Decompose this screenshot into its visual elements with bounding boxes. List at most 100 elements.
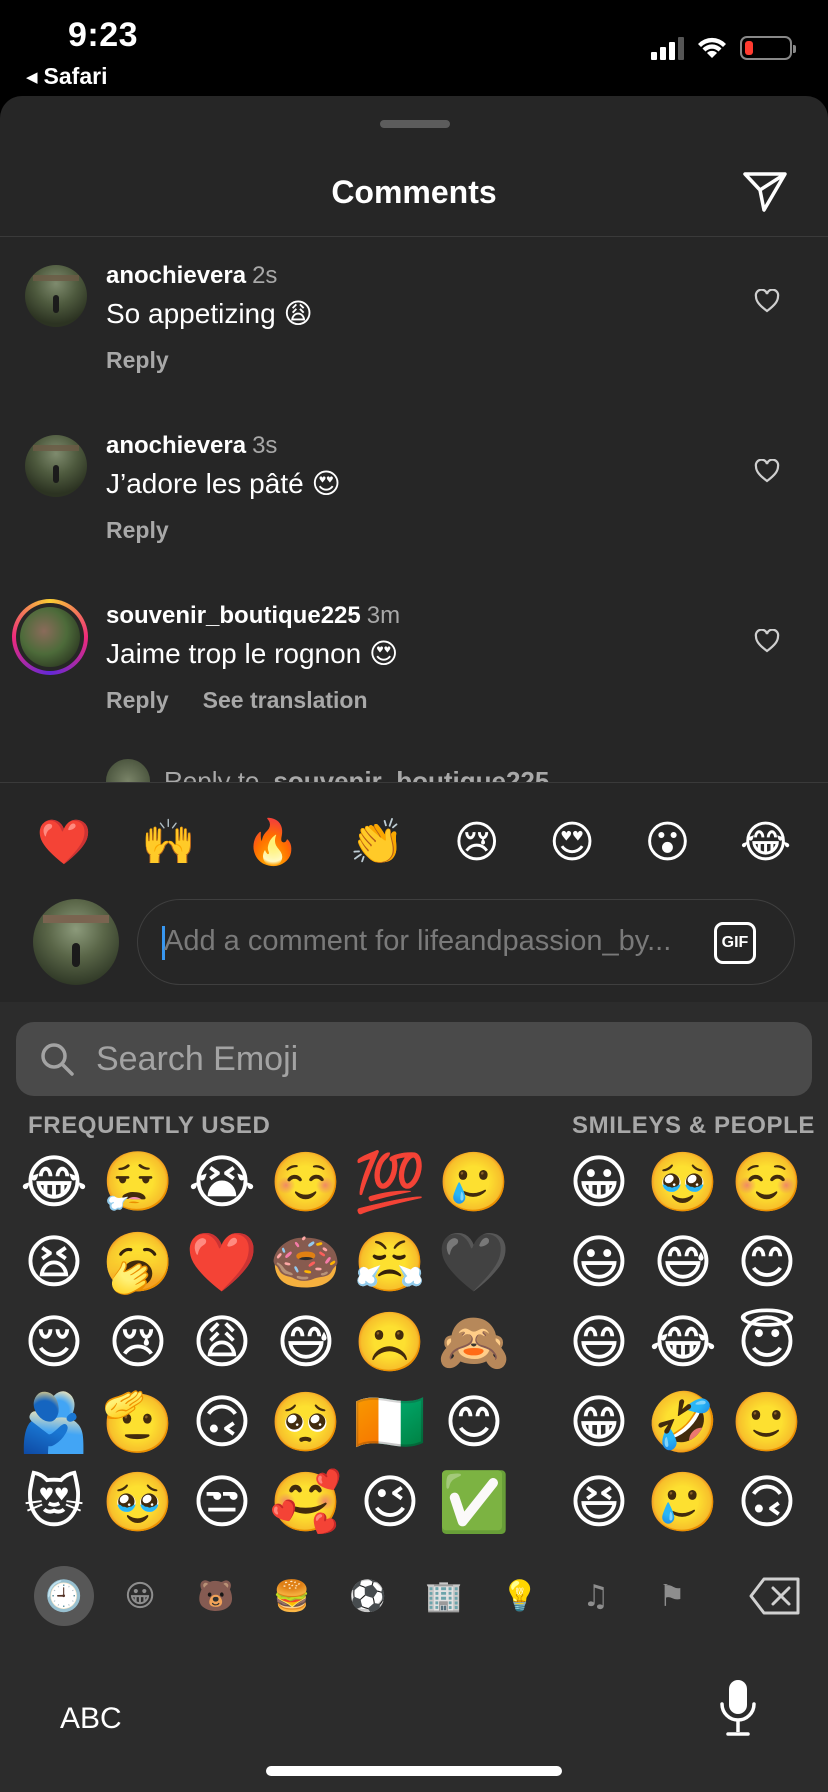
emoji-key[interactable]: 🍩 [264, 1222, 348, 1302]
emoji-key[interactable]: 🫡 [96, 1382, 180, 1462]
reaction-laughing[interactable]: 😂 [740, 817, 791, 868]
composer-avatar [33, 899, 119, 985]
emoji-key[interactable]: 😅 [641, 1222, 725, 1302]
emoji-key[interactable]: 😫 [12, 1222, 96, 1302]
microphone-icon[interactable] [718, 1678, 758, 1740]
emoji-key[interactable]: 😀 [557, 1142, 641, 1222]
emoji-key[interactable]: 🥹 [96, 1462, 180, 1542]
food-icon[interactable]: 🍔 [262, 1566, 322, 1626]
bear-icon[interactable]: 🐻 [186, 1566, 246, 1626]
avatar[interactable] [25, 265, 87, 327]
comments-list: anochievera 2s So appetizing 😩 Reply anoc… [0, 237, 828, 782]
emoji-key[interactable]: 😂 [12, 1142, 96, 1222]
comment-header: anochievera 2s [106, 262, 277, 290]
reaction-fire[interactable]: 🔥 [245, 816, 300, 868]
emoji-key[interactable]: 😻 [12, 1462, 96, 1542]
reaction-raised-hands[interactable]: 🙌 [141, 816, 196, 868]
emoji-key[interactable]: ✅ [432, 1462, 516, 1542]
avatar[interactable] [25, 435, 87, 497]
comment-text: So appetizing 😩 [106, 298, 313, 329]
emoji-key[interactable]: 😂 [641, 1302, 725, 1382]
emoji-key[interactable]: 🖤 [432, 1222, 516, 1302]
reply-to-username: souvenir_boutique225 [273, 765, 550, 783]
comment-input[interactable]: Add a comment for lifeandpassion_by... G… [137, 899, 795, 985]
comment-time: 3s [252, 432, 278, 459]
bulb-icon[interactable]: 💡 [490, 1566, 550, 1626]
emoji-key[interactable]: 😢 [96, 1302, 180, 1382]
emoji-key[interactable]: 😌 [12, 1302, 96, 1382]
story-ring-avatar[interactable] [12, 599, 88, 675]
paper-plane-icon[interactable] [742, 170, 788, 214]
emoji-key[interactable]: 🥺 [264, 1382, 348, 1462]
emoji-key[interactable]: 🙃 [725, 1462, 809, 1542]
emoji-key[interactable]: 🙈 [432, 1302, 516, 1382]
emoji-key[interactable]: 😒 [180, 1462, 264, 1542]
emoji-key[interactable]: ☹️ [348, 1302, 432, 1382]
reaction-heart-eyes[interactable]: 😍 [549, 817, 595, 868]
reaction-clap[interactable]: 👏 [350, 816, 405, 868]
emoji-key[interactable]: 😩 [180, 1302, 264, 1382]
delete-backspace-icon[interactable] [748, 1576, 802, 1616]
emoji-key[interactable]: ❤️ [180, 1222, 264, 1302]
comment-text: J’adore les pâté 😍 [106, 468, 341, 499]
emoji-key[interactable]: 😇 [725, 1302, 809, 1382]
emoji-key[interactable]: 🫂 [12, 1382, 96, 1462]
emoji-key[interactable]: 💯 [348, 1142, 432, 1222]
emoji-search-placeholder: Search Emoji [96, 1040, 299, 1078]
emoji-key[interactable]: 🙂 [725, 1382, 809, 1462]
comment-username[interactable]: anochievera [106, 262, 246, 289]
reply-button[interactable]: Reply [106, 517, 169, 544]
emoji-key[interactable]: 🙃 [180, 1382, 264, 1462]
emoji-key[interactable]: 😃 [557, 1222, 641, 1302]
emoji-search-input[interactable]: Search Emoji [16, 1022, 812, 1096]
emoji-key[interactable]: 🥲 [641, 1462, 725, 1542]
emoji-key[interactable]: 🤣 [641, 1382, 725, 1462]
see-translation-button[interactable]: See translation [203, 687, 368, 714]
smiley-icon[interactable]: 😀 [110, 1566, 170, 1626]
flag-icon[interactable]: ⚑ [642, 1566, 702, 1626]
symbols-icon[interactable]: ♫ [566, 1566, 626, 1626]
building-icon[interactable]: 🏢 [414, 1566, 474, 1626]
ball-icon[interactable]: ⚽ [338, 1566, 398, 1626]
heart-icon[interactable] [754, 289, 780, 313]
gif-button[interactable]: GIF [714, 922, 756, 964]
quick-reactions-bar: ❤️ 🙌 🔥 👏 😢 😍 😮 😂 [0, 812, 828, 872]
reaction-heart[interactable]: ❤️ [37, 816, 92, 868]
emoji-key[interactable]: 😄 [557, 1302, 641, 1382]
back-to-app-link[interactable]: ◀ Safari [26, 63, 107, 90]
heart-icon[interactable] [754, 629, 780, 653]
emoji-key[interactable]: 😉 [348, 1462, 432, 1542]
reaction-surprised[interactable]: 😮 [644, 817, 690, 868]
emoji-key[interactable]: 😊 [725, 1222, 809, 1302]
emoji-key[interactable]: 😁 [557, 1382, 641, 1462]
emoji-key[interactable]: 🥹 [641, 1142, 725, 1222]
emoji-key[interactable]: 😮‍💨 [96, 1142, 180, 1222]
emoji-key[interactable]: 😭 [180, 1142, 264, 1222]
reaction-crying[interactable]: 😢 [454, 817, 500, 868]
comment-text: Jaime trop le rognon 😍 [106, 638, 399, 669]
emoji-key[interactable]: 😊 [432, 1382, 516, 1462]
reply-button[interactable]: Reply [106, 687, 169, 714]
emoji-key[interactable]: 😤 [348, 1222, 432, 1302]
abc-keyboard-button[interactable]: ABC [60, 1702, 122, 1736]
sheet-grabber[interactable] [380, 120, 450, 128]
clock-icon[interactable]: 🕘 [34, 1566, 94, 1626]
emoji-key[interactable]: 🥰 [264, 1462, 348, 1542]
emoji-keyboard: Search Emoji FREQUENTLY USED SMILEYS & P… [0, 1002, 828, 1792]
emoji-key[interactable]: ☺️ [264, 1142, 348, 1222]
emoji-key[interactable]: 🥱 [96, 1222, 180, 1302]
emoji-key[interactable]: 🇨🇮 [348, 1382, 432, 1462]
emoji-key[interactable]: ☺️ [725, 1142, 809, 1222]
avatar [20, 607, 80, 667]
comment-actions: Reply [106, 517, 169, 544]
divider [0, 782, 828, 783]
reply-to-prefix: Reply to [164, 765, 260, 783]
emoji-key[interactable]: 😅 [264, 1302, 348, 1382]
comment-username[interactable]: anochievera [106, 432, 246, 459]
emoji-key[interactable]: 😆 [557, 1462, 641, 1542]
reply-button[interactable]: Reply [106, 347, 169, 374]
emoji-key[interactable]: 🥲 [432, 1142, 516, 1222]
heart-icon[interactable] [754, 459, 780, 483]
comment-username[interactable]: souvenir_boutique225 [106, 602, 361, 629]
avatar [106, 759, 150, 782]
